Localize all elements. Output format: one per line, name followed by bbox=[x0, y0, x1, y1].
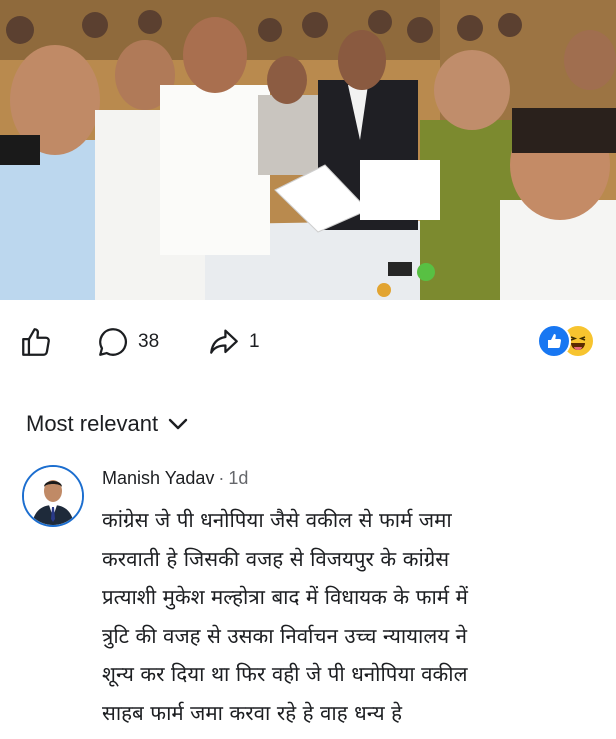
comment-bubble-icon bbox=[96, 325, 130, 359]
comment-line: करवाती हे जिसकी वजह से विजयपुर के कांग्र… bbox=[102, 546, 450, 571]
post-photo[interactable] bbox=[0, 0, 616, 300]
comment-author-name[interactable]: Manish Yadav bbox=[102, 468, 214, 488]
comment-timestamp[interactable]: 1d bbox=[228, 468, 248, 488]
comment-sort-dropdown[interactable]: Most relevant bbox=[26, 411, 188, 437]
comment-line: त्रुटि की वजह से उसका निर्वाचन उच्च न्या… bbox=[102, 623, 468, 648]
like-reaction-icon bbox=[537, 324, 571, 358]
comment-body: कांग्रेस जे पी धनोपिया जैसे वकील से फार्… bbox=[102, 501, 592, 732]
post-action-bar: 38 1 bbox=[0, 318, 616, 364]
reaction-summary[interactable] bbox=[537, 324, 597, 358]
comment-line: साहब फार्म जमा करवा रहे हे वाह धन्य हे bbox=[102, 700, 403, 725]
share-count: 1 bbox=[249, 331, 260, 352]
sort-label: Most relevant bbox=[26, 411, 159, 436]
comment-line: प्रत्याशी मुकेश मल्होत्रा बाद में विधायक… bbox=[102, 585, 468, 609]
comment-button[interactable]: 38 bbox=[96, 325, 159, 359]
thumbs-up-icon bbox=[19, 325, 53, 359]
commenter-avatar[interactable] bbox=[22, 465, 84, 527]
comment-count: 38 bbox=[138, 331, 160, 352]
comment-line: कांग्रेस जे पी धनोपिया जैसे वकील से फार्… bbox=[102, 508, 452, 532]
share-button[interactable]: 1 bbox=[207, 325, 260, 359]
comment-header: Manish Yadav · 1d bbox=[102, 468, 248, 489]
like-button[interactable] bbox=[19, 325, 53, 359]
chevron-down-icon bbox=[168, 411, 188, 437]
meta-separator: · bbox=[218, 468, 225, 488]
comment-line: शून्य कर दिया था फिर वही जे पी धनोपिया व… bbox=[102, 662, 468, 686]
share-arrow-icon bbox=[207, 325, 241, 359]
